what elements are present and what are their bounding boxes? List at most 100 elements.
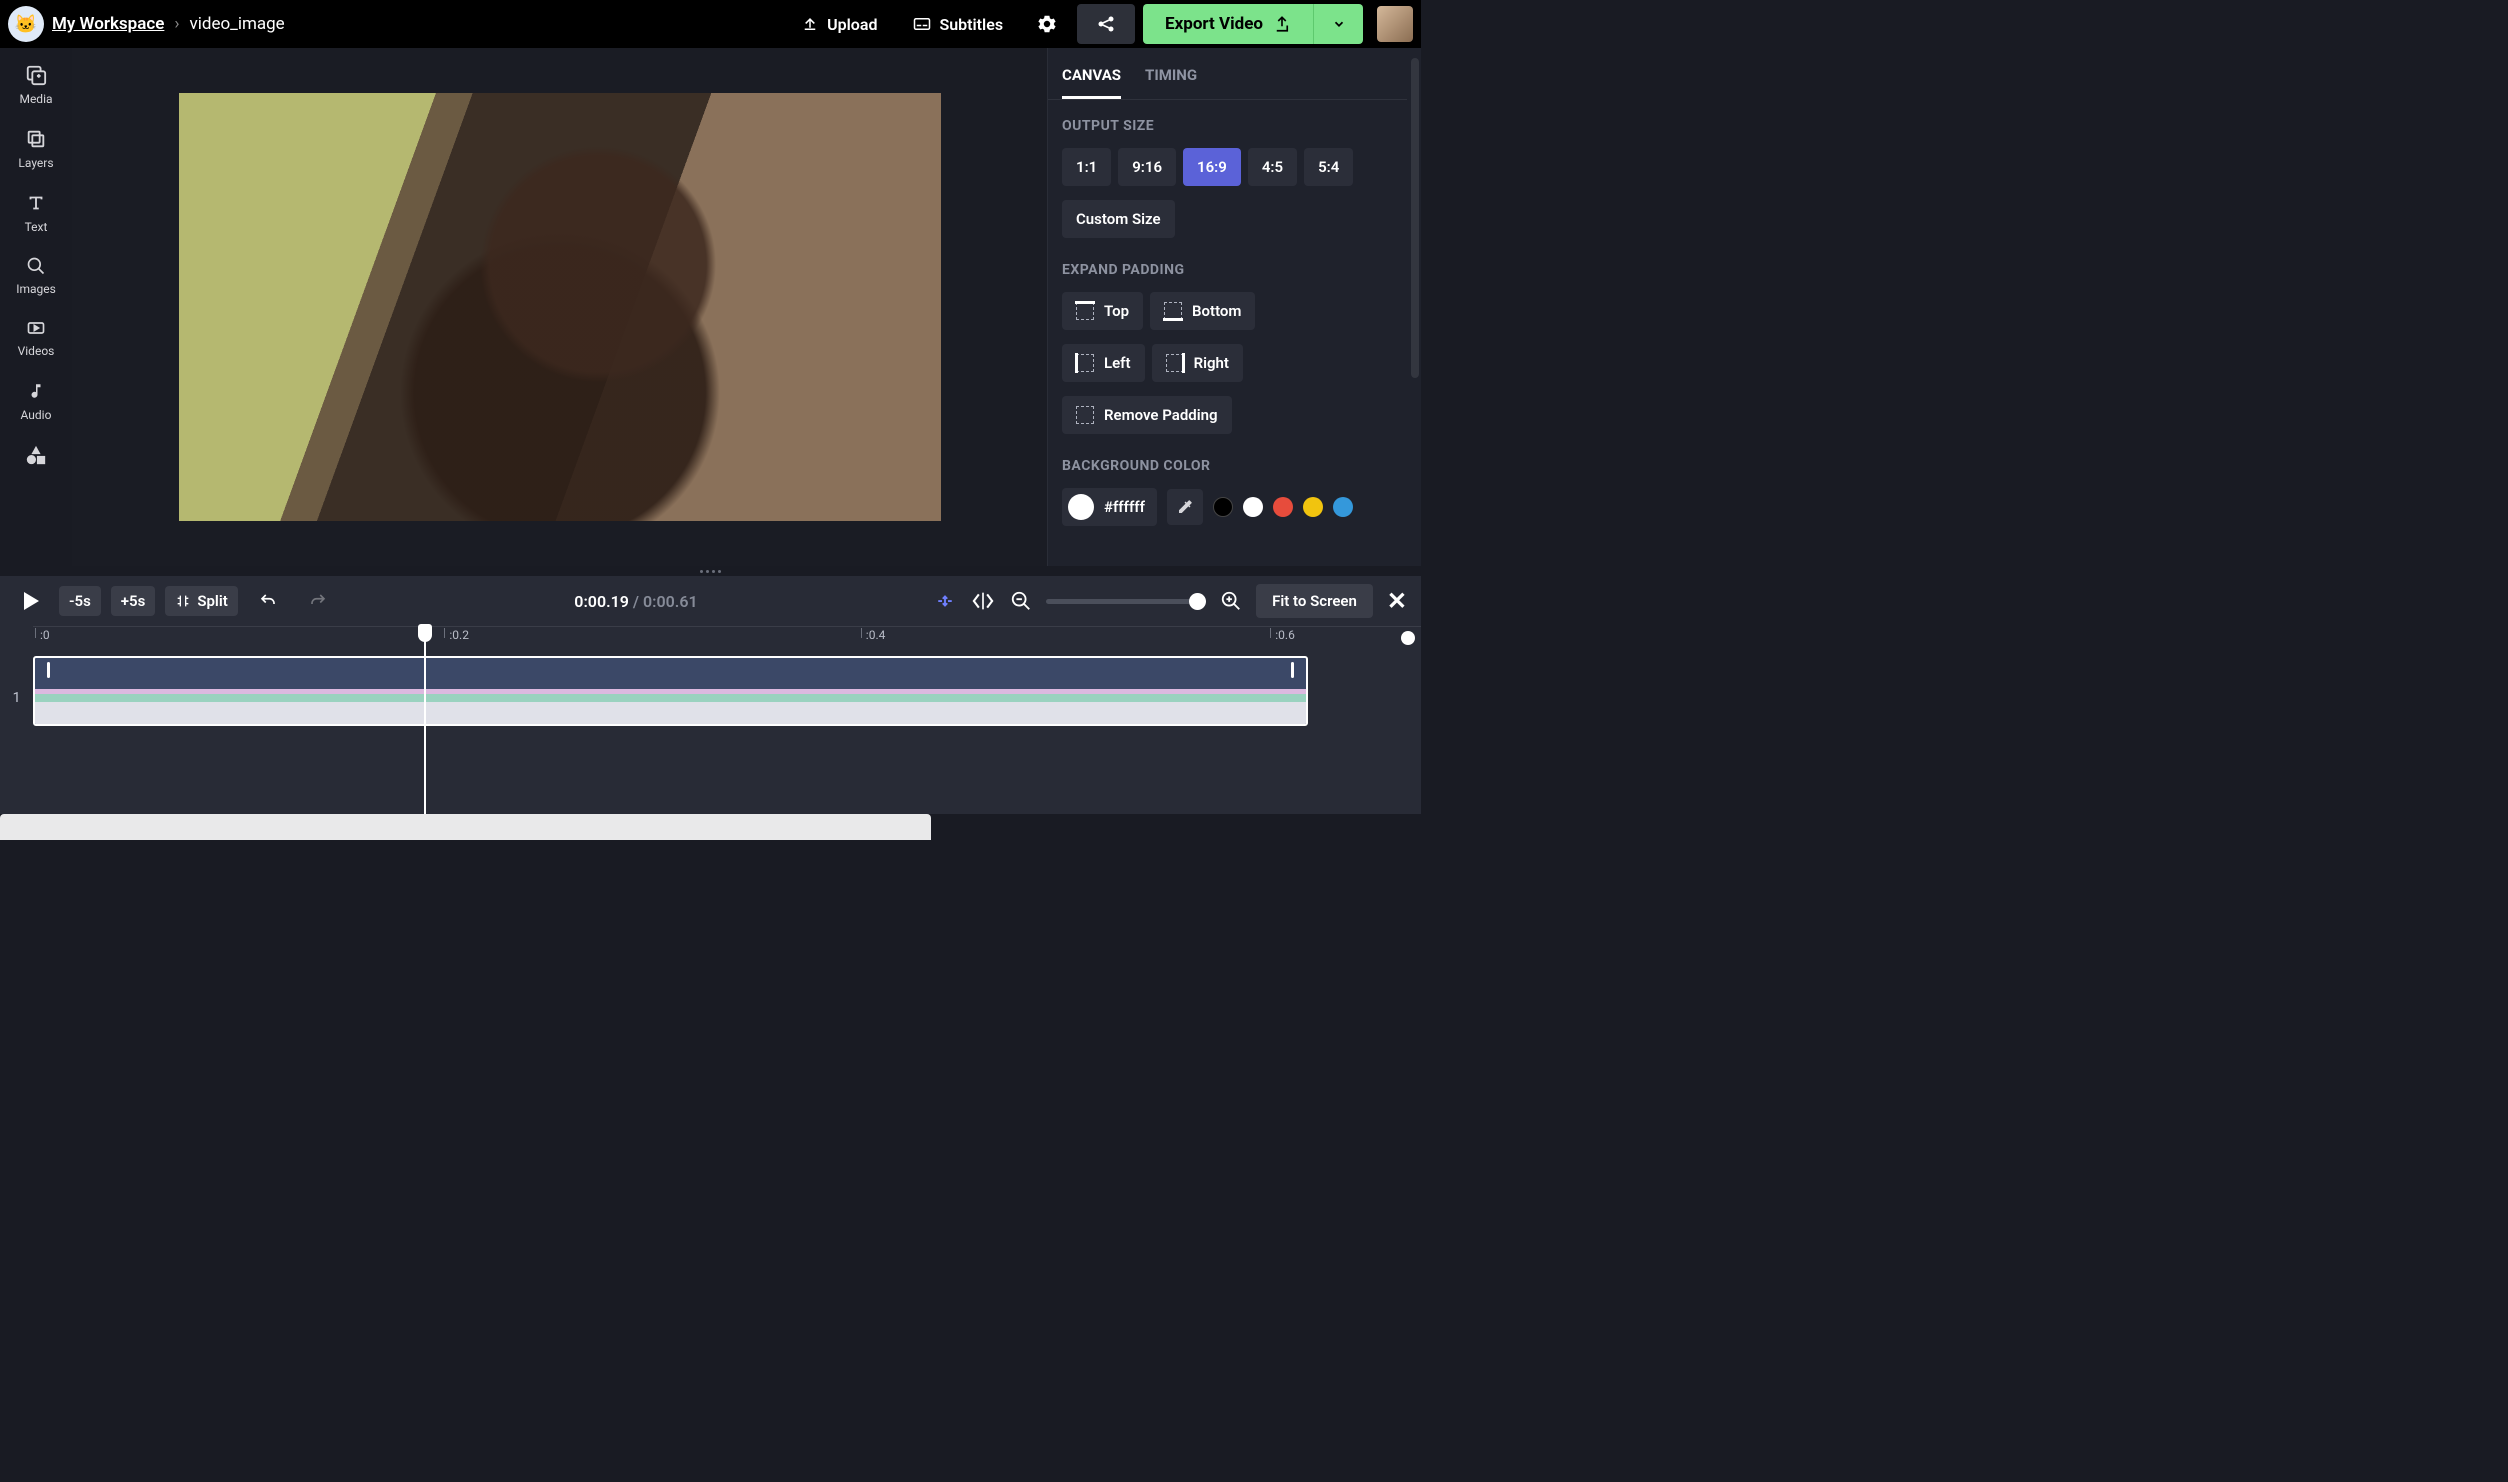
custom-size-button[interactable]: Custom Size	[1062, 200, 1175, 238]
split-button[interactable]: Split	[165, 586, 237, 616]
ratio-5-4[interactable]: 5:4	[1304, 148, 1353, 186]
clip-handle-left[interactable]	[47, 662, 50, 678]
export-button[interactable]: Export Video	[1143, 4, 1313, 44]
tool-audio-label: Audio	[21, 408, 52, 422]
upload-icon	[801, 15, 819, 33]
left-toolbar: Media Layers Text Images Videos Audio	[0, 48, 72, 566]
padding-bottom-icon	[1164, 302, 1182, 320]
canvas-area[interactable]	[72, 48, 1047, 566]
play-icon	[24, 592, 39, 610]
properties-panel: CANVAS TIMING OUTPUT SIZE 1:1 9:16 16:9 …	[1047, 48, 1421, 566]
upload-button[interactable]: Upload	[787, 7, 891, 42]
back-5s-button[interactable]: -5s	[59, 586, 101, 616]
ratio-9-16[interactable]: 9:16	[1118, 148, 1176, 186]
tab-canvas[interactable]: CANVAS	[1062, 66, 1121, 99]
tick-2: :0.4	[866, 628, 886, 642]
padding-left-button[interactable]: Left	[1062, 344, 1145, 382]
tab-timing[interactable]: TIMING	[1145, 66, 1197, 99]
video-preview[interactable]	[179, 93, 941, 521]
zoom-slider-thumb[interactable]	[1189, 593, 1206, 610]
padding-top-label: Top	[1104, 302, 1129, 320]
swatch-blue[interactable]	[1333, 497, 1353, 517]
play-button[interactable]	[14, 586, 49, 616]
zoom-in-button[interactable]	[1220, 590, 1242, 612]
fit-to-screen-button[interactable]: Fit to Screen	[1256, 584, 1373, 618]
zoom-slider[interactable]	[1046, 599, 1206, 604]
forward-5s-button[interactable]: +5s	[111, 586, 156, 616]
scrollbar-thumb[interactable]	[1411, 58, 1419, 378]
track-lane[interactable]	[33, 648, 1421, 748]
user-avatar[interactable]	[1377, 6, 1413, 42]
padding-right-label: Right	[1194, 354, 1229, 372]
subtitles-label: Subtitles	[939, 15, 1003, 34]
split-label: Split	[197, 592, 227, 610]
search-icon	[26, 256, 46, 276]
subtitles-button[interactable]: Subtitles	[899, 7, 1017, 42]
settings-button[interactable]	[1025, 4, 1069, 44]
tool-layers-label: Layers	[18, 156, 53, 170]
close-timeline-button[interactable]: ✕	[1387, 587, 1407, 615]
tool-media-label: Media	[19, 92, 52, 106]
subtitles-icon	[913, 16, 931, 32]
tool-layers[interactable]: Layers	[18, 128, 53, 170]
export-dropdown[interactable]	[1313, 4, 1363, 44]
tool-images[interactable]: Images	[16, 256, 56, 296]
timeline-ruler[interactable]: :0 :0.2 :0.4 :0.6	[33, 626, 1421, 648]
current-color-swatch	[1068, 494, 1094, 520]
padding-top-icon	[1076, 302, 1094, 320]
padding-bottom-button[interactable]: Bottom	[1150, 292, 1255, 330]
padding-top-button[interactable]: Top	[1062, 292, 1143, 330]
expand-padding-title: EXPAND PADDING	[1062, 262, 1407, 278]
ratio-16-9[interactable]: 16:9	[1183, 148, 1241, 186]
remove-padding-label: Remove Padding	[1104, 406, 1218, 424]
undo-button[interactable]	[248, 586, 288, 616]
share-button[interactable]	[1077, 4, 1135, 44]
layers-icon	[25, 128, 47, 150]
shapes-icon	[25, 444, 47, 466]
tick-0: :0	[40, 628, 50, 642]
ratio-1-1[interactable]: 1:1	[1062, 148, 1111, 186]
app-logo[interactable]: 🐱	[8, 6, 44, 42]
panel-scrollbar[interactable]	[1407, 48, 1421, 566]
current-time: 0:00.19	[574, 592, 629, 611]
padding-right-button[interactable]: Right	[1152, 344, 1243, 382]
split-icon	[175, 593, 191, 609]
upload-label: Upload	[827, 15, 877, 34]
padding-left-icon	[1076, 354, 1094, 372]
share-icon	[1096, 14, 1116, 34]
workspace-link[interactable]: My Workspace	[52, 14, 164, 34]
ratio-4-5[interactable]: 4:5	[1248, 148, 1297, 186]
tool-text[interactable]: Text	[25, 192, 48, 234]
background-color-value[interactable]: #ffffff	[1062, 488, 1157, 526]
export-icon	[1273, 15, 1291, 33]
clip-handle-right[interactable]	[1291, 662, 1294, 678]
trim-button[interactable]	[970, 591, 996, 611]
tool-videos[interactable]: Videos	[18, 318, 55, 358]
swatch-yellow[interactable]	[1303, 497, 1323, 517]
time-display: 0:00.19 / 0:00.61	[574, 592, 697, 611]
eyedropper-button[interactable]	[1167, 489, 1203, 525]
undo-icon	[258, 592, 278, 610]
timeline-end-handle[interactable]	[1401, 631, 1415, 645]
eyedropper-icon	[1176, 498, 1194, 516]
tool-shapes[interactable]	[25, 444, 47, 466]
swatch-white[interactable]	[1243, 497, 1263, 517]
remove-padding-button[interactable]: Remove Padding	[1062, 396, 1232, 434]
tool-text-label: Text	[25, 220, 48, 234]
swatch-red[interactable]	[1273, 497, 1293, 517]
swatch-black[interactable]	[1213, 497, 1233, 517]
tool-media[interactable]: Media	[19, 64, 52, 106]
tool-audio[interactable]: Audio	[21, 380, 52, 422]
zoom-out-button[interactable]	[1010, 590, 1032, 612]
audio-icon	[27, 380, 45, 402]
tool-images-label: Images	[16, 282, 56, 296]
redo-button[interactable]	[298, 586, 338, 616]
snap-button[interactable]	[934, 592, 956, 610]
playhead[interactable]	[424, 626, 426, 814]
text-icon	[25, 192, 47, 214]
media-icon	[25, 64, 47, 86]
video-clip[interactable]	[33, 656, 1308, 726]
chevron-right-icon: ›	[174, 14, 179, 34]
panel-resize-handle[interactable]	[0, 566, 1421, 576]
tick-1: :0.2	[449, 628, 469, 642]
